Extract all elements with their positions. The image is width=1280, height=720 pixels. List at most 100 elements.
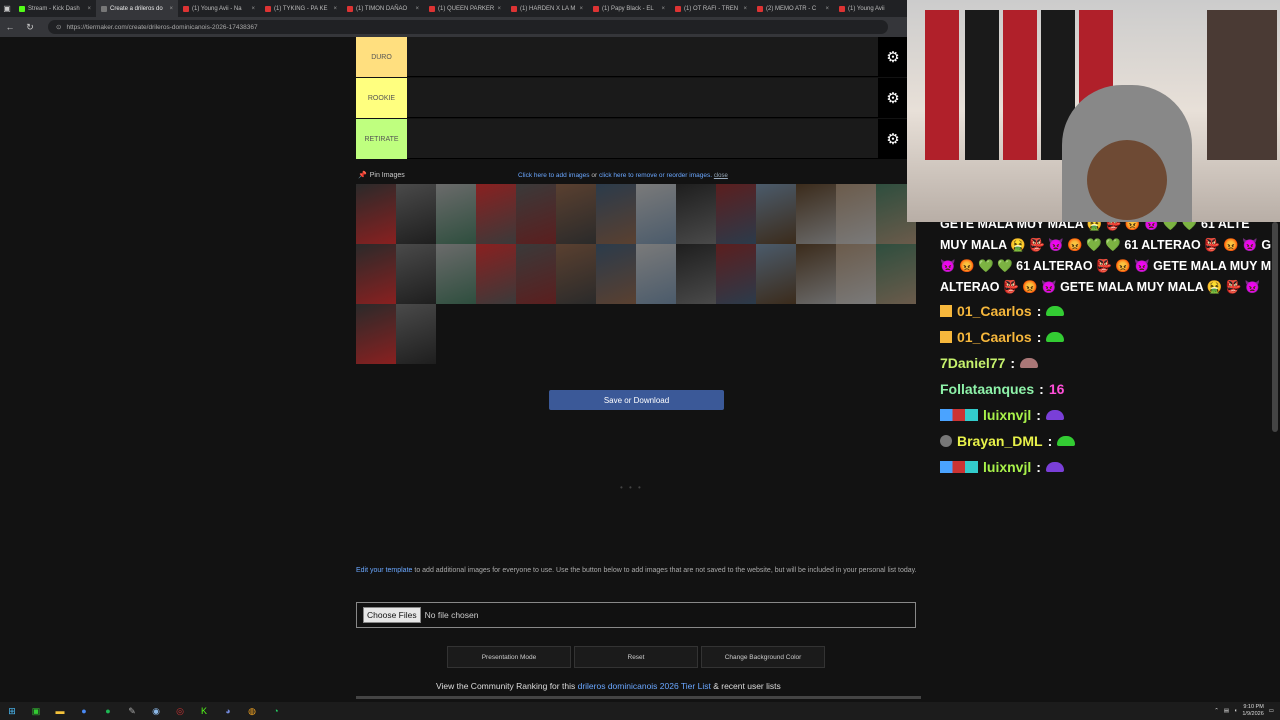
browser-tab[interactable]: (2) MEMO ATR - C × bbox=[752, 0, 834, 17]
tier-label[interactable]: DURO bbox=[356, 37, 407, 77]
tier-label[interactable]: RETIRATE bbox=[356, 119, 407, 159]
browser-tab[interactable]: (1) OT RAFI - TREN × bbox=[670, 0, 752, 17]
close-tab-icon[interactable]: × bbox=[333, 6, 337, 12]
tier-label[interactable]: ROOKIE bbox=[356, 78, 407, 118]
chat-username[interactable]: luixnvjl bbox=[983, 407, 1031, 423]
tier-image[interactable] bbox=[556, 184, 596, 244]
windows-start-icon[interactable]: ⊞ bbox=[0, 702, 24, 720]
scrollbar[interactable] bbox=[1272, 222, 1278, 432]
browser-tab[interactable]: (1) Young Avii× bbox=[834, 0, 916, 17]
kick-icon[interactable]: K bbox=[192, 702, 216, 720]
tier-image[interactable] bbox=[516, 244, 556, 304]
browser-tab[interactable]: (1) Young Avii - Na × bbox=[178, 0, 260, 17]
tier-image[interactable] bbox=[436, 184, 476, 244]
tier-image[interactable] bbox=[396, 184, 436, 244]
browser-tab[interactable]: Stream - Kick Dash × bbox=[14, 0, 96, 17]
tier-image[interactable] bbox=[676, 244, 716, 304]
volume-icon[interactable]: ◖ bbox=[1234, 708, 1237, 714]
file-explorer-icon[interactable]: ▬ bbox=[48, 702, 72, 720]
browser-tab[interactable]: (1) TIMON DAÑAO × bbox=[342, 0, 424, 17]
tier-image[interactable] bbox=[636, 184, 676, 244]
notification-icon[interactable]: ▭ bbox=[1269, 708, 1274, 714]
chrome-icon[interactable]: ● bbox=[72, 702, 96, 720]
close-link[interactable]: close bbox=[714, 173, 728, 179]
tier-drop-zone[interactable] bbox=[407, 119, 878, 158]
save-download-button[interactable]: Save or Download bbox=[549, 390, 724, 410]
tier-image[interactable] bbox=[556, 244, 596, 304]
whatsapp-icon[interactable]: ◔ bbox=[264, 702, 288, 720]
steam-icon[interactable]: ◉ bbox=[144, 702, 168, 720]
edit-template-link[interactable]: Edit your template bbox=[356, 567, 412, 574]
terminal-icon[interactable]: ▣ bbox=[24, 702, 48, 720]
gear-icon[interactable]: ⚙ bbox=[878, 78, 908, 117]
file-upload-field[interactable]: Choose Files No file chosen bbox=[356, 602, 916, 628]
chat-username[interactable]: 01_Caarlos bbox=[957, 303, 1032, 319]
clock[interactable]: 9:10 PM 1/9/2026 bbox=[1242, 704, 1263, 718]
tier-image[interactable] bbox=[836, 184, 876, 244]
browser-tab[interactable]: Create a drileros do × bbox=[96, 0, 178, 17]
tier-image[interactable] bbox=[476, 184, 516, 244]
pen-icon[interactable]: ✎ bbox=[120, 702, 144, 720]
tier-image[interactable] bbox=[796, 244, 836, 304]
tier-image[interactable] bbox=[356, 304, 396, 364]
gear-icon[interactable]: ⚙ bbox=[878, 119, 908, 158]
tier-image[interactable] bbox=[396, 304, 436, 364]
tier-image[interactable] bbox=[476, 244, 516, 304]
tier-image[interactable] bbox=[636, 244, 676, 304]
presentation-mode-button[interactable]: Presentation Mode bbox=[447, 646, 571, 668]
tier-image[interactable] bbox=[356, 244, 396, 304]
tier-image[interactable] bbox=[396, 244, 436, 304]
close-tab-icon[interactable]: × bbox=[743, 6, 747, 12]
spotify-icon[interactable]: ● bbox=[96, 702, 120, 720]
pin-images-toggle[interactable]: 📌 Pin Images bbox=[358, 171, 405, 179]
browser-tab[interactable]: (1) HARDEN X LA M × bbox=[506, 0, 588, 17]
choose-files-button[interactable]: Choose Files bbox=[363, 607, 421, 623]
close-tab-icon[interactable]: × bbox=[87, 6, 91, 12]
window-menu-icon[interactable]: ▣ bbox=[0, 0, 14, 17]
reset-button[interactable]: Reset bbox=[574, 646, 698, 668]
tier-image[interactable] bbox=[516, 184, 556, 244]
tier-image[interactable] bbox=[716, 244, 756, 304]
close-tab-icon[interactable]: × bbox=[415, 6, 419, 12]
tier-image[interactable] bbox=[676, 184, 716, 244]
discord-icon[interactable]: ◕ bbox=[216, 702, 240, 720]
tier-image[interactable] bbox=[876, 244, 916, 304]
tier-image[interactable] bbox=[756, 244, 796, 304]
tier-image[interactable] bbox=[796, 184, 836, 244]
chat-username[interactable]: luixnvjl bbox=[983, 459, 1031, 475]
tier-image[interactable] bbox=[836, 244, 876, 304]
tier-drop-zone[interactable] bbox=[407, 78, 878, 117]
browser-tab[interactable]: (1) Papy Black - EL × bbox=[588, 0, 670, 17]
chat-username[interactable]: 01_Caarlos bbox=[957, 329, 1032, 345]
add-images-link[interactable]: Click here to add images bbox=[518, 172, 590, 179]
tier-image[interactable] bbox=[436, 244, 476, 304]
browser-tab[interactable]: (1) QUEEN PARKER × bbox=[424, 0, 506, 17]
chat-username[interactable]: Brayan_DML bbox=[957, 433, 1043, 449]
close-tab-icon[interactable]: × bbox=[497, 6, 501, 12]
tier-image[interactable] bbox=[596, 244, 636, 304]
close-tab-icon[interactable]: × bbox=[251, 6, 255, 12]
network-icon[interactable]: ▤ bbox=[1224, 708, 1229, 714]
url-field[interactable]: ⊙ https://tiermaker.com/create/drileros-… bbox=[48, 20, 888, 34]
browser-icon[interactable]: ◍ bbox=[240, 702, 264, 720]
tier-drop-zone[interactable] bbox=[407, 37, 878, 76]
chevron-up-icon[interactable]: ⌃ bbox=[1214, 708, 1219, 714]
community-ranking-link[interactable]: drileros dominicanois 2026 Tier List bbox=[578, 681, 711, 691]
gear-icon[interactable]: ⚙ bbox=[878, 37, 908, 76]
chat-username[interactable]: 7Daniel77 bbox=[940, 355, 1005, 371]
site-info-icon[interactable]: ⊙ bbox=[56, 23, 61, 31]
tier-image[interactable] bbox=[356, 184, 396, 244]
tier-image[interactable] bbox=[596, 184, 636, 244]
chat-username[interactable]: Follataanques bbox=[940, 381, 1034, 397]
browser-tab[interactable]: (1) TYKING - PA KE × bbox=[260, 0, 342, 17]
close-tab-icon[interactable]: × bbox=[661, 6, 665, 12]
tier-image[interactable] bbox=[756, 184, 796, 244]
reload-icon[interactable]: ↻ bbox=[20, 22, 40, 33]
close-tab-icon[interactable]: × bbox=[579, 6, 583, 12]
close-tab-icon[interactable]: × bbox=[825, 6, 829, 12]
back-icon[interactable]: ← bbox=[0, 22, 20, 32]
tier-image[interactable] bbox=[716, 184, 756, 244]
close-tab-icon[interactable]: × bbox=[169, 6, 173, 12]
change-background-button[interactable]: Change Background Color bbox=[701, 646, 825, 668]
obs-icon[interactable]: ◎ bbox=[168, 702, 192, 720]
